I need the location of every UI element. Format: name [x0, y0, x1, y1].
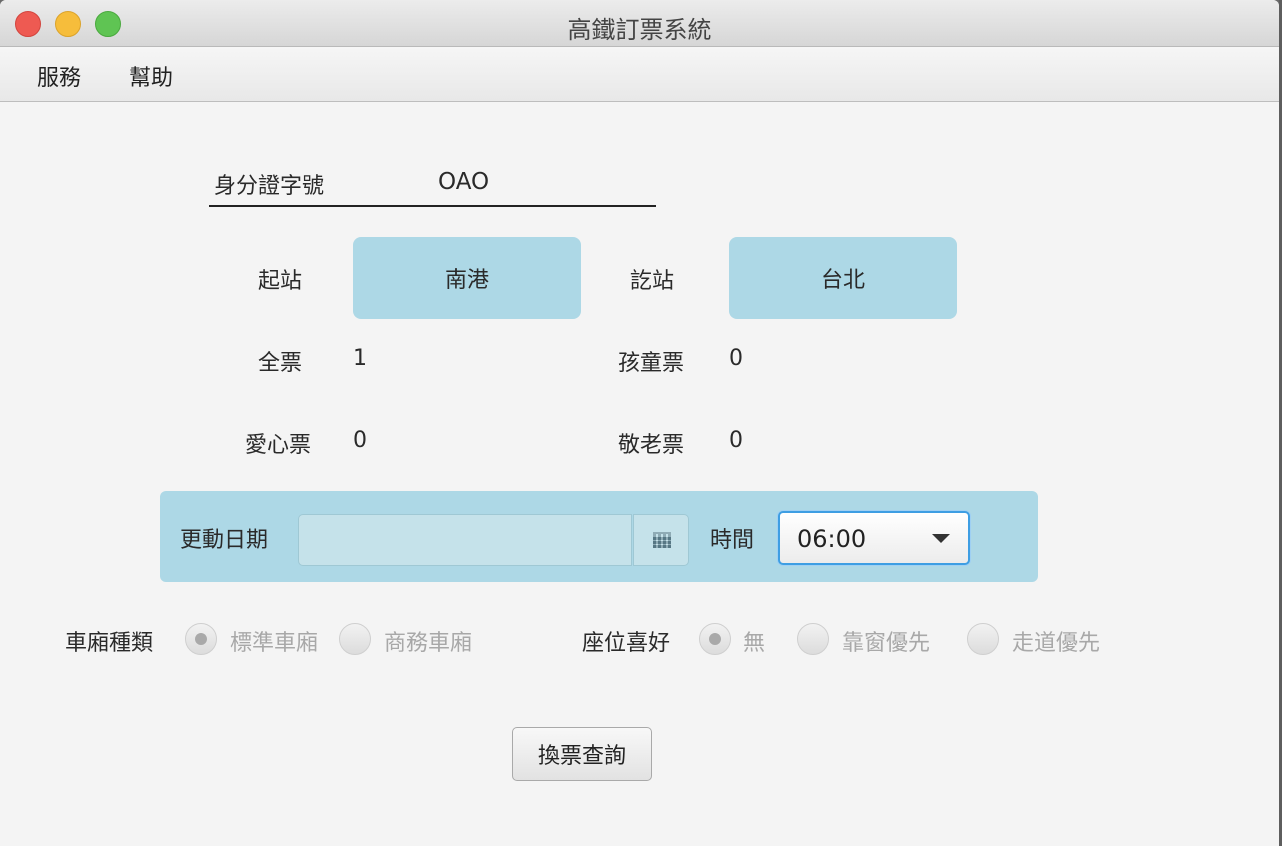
origin-station-value: 南港 — [444, 268, 489, 293]
seat-window-label[interactable]: 靠窗優先 — [842, 625, 930, 657]
change-date-label: 更動日期 — [180, 528, 269, 553]
radio-seat-aisle[interactable] — [967, 623, 999, 655]
menu-bar: 服務 幫助 — [0, 47, 1279, 102]
love-ticket-count[interactable]: 0 — [353, 428, 367, 453]
calendar-icon — [653, 532, 671, 548]
radio-standard-car[interactable] — [185, 623, 217, 655]
menu-service[interactable]: 服務 — [37, 60, 81, 92]
time-label: 時間 — [710, 528, 755, 553]
seat-preference-label: 座位喜好 — [582, 631, 671, 656]
radio-selected-dot — [709, 633, 721, 645]
exchange-query-button[interactable]: 換票查詢 — [512, 727, 652, 781]
standard-car-label[interactable]: 標準車廂 — [230, 625, 318, 657]
senior-ticket-count[interactable]: 0 — [729, 428, 743, 453]
radio-selected-dot — [195, 633, 207, 645]
time-select[interactable]: 06:00 — [778, 511, 970, 565]
menu-help[interactable]: 幫助 — [129, 60, 173, 92]
full-ticket-label: 全票 — [258, 351, 303, 376]
child-ticket-label: 孩童票 — [618, 351, 685, 376]
radio-seat-window[interactable] — [797, 623, 829, 655]
senior-ticket-label: 敬老票 — [618, 433, 685, 458]
child-ticket-count[interactable]: 0 — [729, 346, 743, 371]
chevron-down-icon — [932, 534, 950, 543]
radio-seat-none[interactable] — [699, 623, 731, 655]
id-number-field[interactable]: 身分證字號 OAO — [209, 163, 656, 207]
origin-station-label: 起站 — [258, 269, 303, 294]
date-picker-button[interactable] — [633, 514, 689, 566]
destination-station-value: 台北 — [820, 268, 865, 293]
radio-business-car[interactable] — [339, 623, 371, 655]
full-ticket-count[interactable]: 1 — [353, 346, 367, 371]
date-input[interactable] — [298, 514, 632, 566]
exchange-query-button-label: 換票查詢 — [537, 744, 626, 769]
app-window: 高鐵訂票系統 服務 幫助 身分證字號 OAO 起站 南港 訖站 台北 全票 1 … — [0, 0, 1279, 846]
love-ticket-label: 愛心票 — [245, 433, 312, 458]
origin-station-button[interactable]: 南港 — [353, 237, 581, 319]
id-number-label: 身分證字號 — [214, 174, 325, 199]
destination-station-label: 訖站 — [630, 269, 675, 294]
time-select-value: 06:00 — [797, 525, 867, 553]
business-car-label[interactable]: 商務車廂 — [384, 625, 472, 657]
window-title: 高鐵訂票系統 — [567, 16, 712, 44]
id-number-value: OAO — [438, 169, 490, 195]
seat-aisle-label[interactable]: 走道優先 — [1012, 625, 1100, 657]
title-bar[interactable]: 高鐵訂票系統 — [0, 0, 1279, 47]
seat-none-label[interactable]: 無 — [743, 625, 765, 657]
destination-station-button[interactable]: 台北 — [729, 237, 957, 319]
car-type-label: 車廂種類 — [65, 631, 154, 656]
